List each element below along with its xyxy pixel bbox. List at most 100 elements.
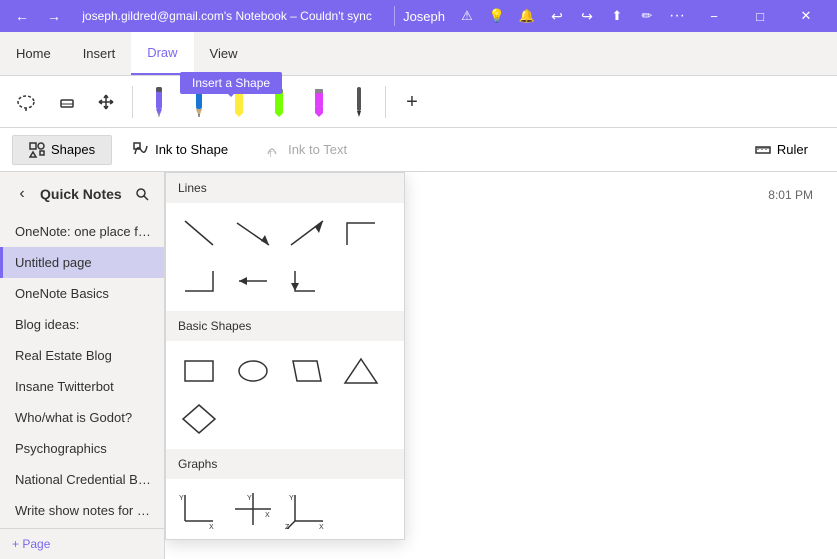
titlebar-nav: ← → xyxy=(8,2,68,30)
diamond-shape-icon[interactable] xyxy=(174,397,224,441)
shapes-icon xyxy=(29,142,45,158)
window-controls: − □ ✕ xyxy=(691,0,829,32)
notification-icon[interactable]: ⚠ xyxy=(453,2,481,30)
eraser-icon xyxy=(55,91,77,113)
ruler-button[interactable]: Ruler xyxy=(738,135,825,165)
svg-text:X: X xyxy=(319,524,324,529)
ellipse-shape-icon[interactable] xyxy=(228,349,278,393)
draw-toolbar: Insert a Shape xyxy=(0,76,837,128)
sidebar-item-untitled-page[interactable]: Untitled page xyxy=(0,247,164,278)
sidebar-search-button[interactable] xyxy=(128,180,156,208)
sidebar-item-write-show-notes[interactable]: Write show notes for S... xyxy=(0,495,164,526)
lasso-icon xyxy=(15,91,37,113)
ink-to-text-label: Ink to Text xyxy=(288,142,347,157)
line-corner-br-icon[interactable] xyxy=(174,259,224,303)
edit-icon[interactable]: ✏ xyxy=(633,2,661,30)
ribbon-tabs: Home Insert Draw View xyxy=(0,32,837,76)
back-button[interactable]: ← xyxy=(8,2,36,30)
time-text: 8:01 PM xyxy=(768,188,813,202)
highlighter-pink-icon xyxy=(308,83,330,121)
svg-text:Y: Y xyxy=(247,495,252,502)
more-icon[interactable]: ··· xyxy=(663,2,691,30)
eraser-button[interactable] xyxy=(48,84,84,120)
ink-to-shape-icon xyxy=(133,142,149,158)
sidebar-item-onenote-one[interactable]: OneNote: one place for... xyxy=(0,216,164,247)
tab-view[interactable]: View xyxy=(194,32,254,75)
sidebar-header: ‹ Quick Notes xyxy=(0,172,164,216)
shapes-panel[interactable]: Lines xyxy=(165,172,405,540)
svg-text:X: X xyxy=(265,512,270,519)
line-arrow-left-icon[interactable] xyxy=(228,259,278,303)
line-corner-down-icon[interactable] xyxy=(282,259,332,303)
ink-to-shape-button[interactable]: Ink to Shape xyxy=(116,135,245,165)
graphs-grid: Y X Y X xyxy=(166,479,404,539)
rectangle-shape-icon[interactable] xyxy=(174,349,224,393)
ink-to-shape-label: Ink to Shape xyxy=(155,142,228,157)
redo-icon[interactable]: ↪ xyxy=(573,2,601,30)
add-page-label: + Page xyxy=(12,537,50,551)
tab-insert[interactable]: Insert xyxy=(67,32,132,75)
titlebar-title: joseph.gildred@gmail.com's Notebook – Co… xyxy=(68,9,386,23)
move-button[interactable] xyxy=(88,84,124,120)
lasso-select-button[interactable] xyxy=(8,84,44,120)
graphs-section-header: Graphs xyxy=(166,449,404,479)
minimize-button[interactable]: − xyxy=(691,0,737,32)
highlighter-pink-button[interactable] xyxy=(301,84,337,120)
titlebar-user: Joseph xyxy=(403,9,445,24)
shapes-label: Shapes xyxy=(51,142,95,157)
stylus-button[interactable] xyxy=(341,84,377,120)
pen-button[interactable] xyxy=(141,84,177,120)
close-button[interactable]: ✕ xyxy=(783,0,829,32)
bulb-icon[interactable]: 💡 xyxy=(483,2,511,30)
stylus-icon xyxy=(348,83,370,121)
sidebar-items-list: OneNote: one place for... Untitled page … xyxy=(0,216,164,528)
sidebar-back-button[interactable]: ‹ xyxy=(8,180,36,208)
forward-button[interactable]: → xyxy=(40,2,68,30)
tab-draw[interactable]: Draw xyxy=(131,32,193,75)
sidebar-item-real-estate[interactable]: Real Estate Blog xyxy=(0,340,164,371)
insert-shape-tooltip: Insert a Shape xyxy=(180,72,282,94)
triangle-shape-icon[interactable] xyxy=(336,349,386,393)
maximize-button[interactable]: □ xyxy=(737,0,783,32)
lines-section-header: Lines xyxy=(166,173,404,203)
xy-graph-icon[interactable]: Y X xyxy=(174,487,224,531)
sidebar-item-insane-twitterbot[interactable]: Insane Twitterbot xyxy=(0,371,164,402)
share-icon[interactable]: ⬆ xyxy=(603,2,631,30)
sidebar-item-national-credential[interactable]: National Credential Bur... xyxy=(0,464,164,495)
toolbar-divider-2 xyxy=(385,86,386,118)
line-diagonal-down-icon[interactable] xyxy=(174,211,224,255)
titlebar-sep xyxy=(394,6,395,26)
ruler-label: Ruler xyxy=(777,142,808,157)
pen-icon xyxy=(148,83,170,121)
svg-text:Y: Y xyxy=(289,495,294,502)
svg-text:Y: Y xyxy=(179,495,184,502)
sidebar-item-blog-ideas[interactable]: Blog ideas: xyxy=(0,309,164,340)
parallelogram-shape-icon[interactable] xyxy=(282,349,332,393)
sidebar-item-who-is-godot[interactable]: Who/what is Godot? xyxy=(0,402,164,433)
sidebar-item-onenote-basics[interactable]: OneNote Basics xyxy=(0,278,164,309)
sidebar: ‹ Quick Notes OneNote: one place for... … xyxy=(0,172,165,559)
toolbar-divider-1 xyxy=(132,86,133,118)
tab-home[interactable]: Home xyxy=(0,32,67,75)
svg-text:T: T xyxy=(268,150,273,158)
lines-grid xyxy=(166,203,404,311)
xyz-graph-icon[interactable]: Y X Z xyxy=(282,487,332,531)
basic-shapes-grid xyxy=(166,341,404,449)
undo-icon[interactable]: ↩ xyxy=(543,2,571,30)
ink-to-text-icon: T xyxy=(266,142,282,158)
bell-icon[interactable]: 🔔 xyxy=(513,2,541,30)
xy-cross-graph-icon[interactable]: Y X xyxy=(228,487,278,531)
add-page-button[interactable]: + Page xyxy=(0,528,164,559)
move-icon xyxy=(95,91,117,113)
line-diagonal-up-icon[interactable] xyxy=(282,211,332,255)
add-tool-button[interactable]: + xyxy=(394,84,430,120)
line-diagonal-right-icon[interactable] xyxy=(228,211,278,255)
sidebar-item-psychographics[interactable]: Psychographics xyxy=(0,433,164,464)
svg-text:Z: Z xyxy=(285,524,290,529)
shapes-button[interactable]: Shapes xyxy=(12,135,112,165)
line-corner-tr-icon[interactable] xyxy=(336,211,386,255)
ink-to-text-button[interactable]: T Ink to Text xyxy=(249,135,364,165)
content-area[interactable]: Monday, May 7, 2018 8:01 PM Lines xyxy=(165,172,837,559)
add-icon: + xyxy=(406,92,418,112)
ruler-icon xyxy=(755,142,771,158)
